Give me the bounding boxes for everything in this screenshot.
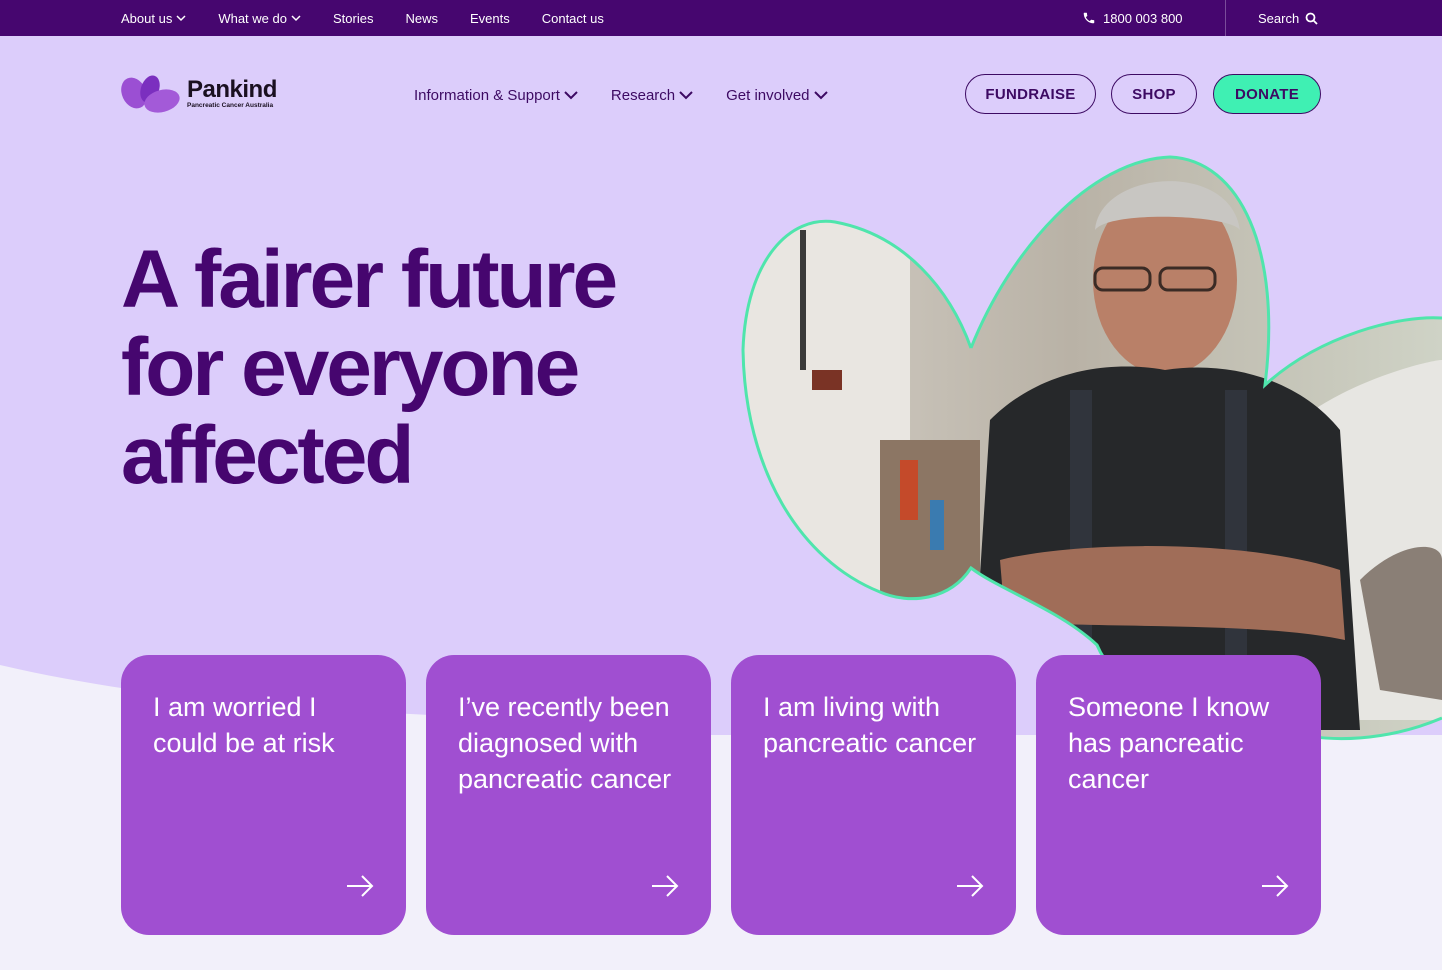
pankind-logo[interactable]: Pankind Pancreatic Cancer Australia — [121, 74, 277, 114]
utility-link-stories[interactable]: Stories — [333, 11, 373, 26]
utility-link-label: What we do — [218, 10, 287, 26]
headline-line: affected — [121, 410, 414, 501]
arrow-right-icon — [957, 875, 984, 897]
butterfly-logo-icon — [121, 75, 180, 113]
phone-number: 1800 003 800 — [1103, 10, 1183, 26]
phone-icon — [1083, 12, 1095, 24]
arrow-right-icon — [652, 875, 679, 897]
main-navigation: Information & Support Research Get invol… — [414, 84, 861, 106]
pathway-card-diagnosed[interactable]: I’ve recently been diagnosed with pancre… — [426, 655, 711, 935]
headline-line: for everyone — [121, 322, 580, 413]
nav-label: Research — [610, 86, 676, 104]
nav-label: Get involved — [726, 86, 810, 104]
utility-link-news[interactable]: News — [405, 11, 438, 26]
search-label: Search — [1258, 10, 1300, 26]
nav-information-support[interactable]: Information & Support — [414, 87, 578, 104]
utility-link-label: About us — [121, 10, 173, 26]
nav-get-involved[interactable]: Get involved — [726, 86, 828, 104]
nav-label: Information & Support — [414, 86, 560, 104]
utility-link-contact-us[interactable]: Contact us — [542, 11, 604, 26]
search-button[interactable]: Search — [1258, 0, 1318, 36]
arrow-right-icon — [1262, 875, 1289, 897]
chevron-down-icon — [813, 90, 828, 99]
utility-links: About us What we do Stories News Events … — [121, 0, 636, 36]
pathway-card-worried[interactable]: I am worried I could be at risk — [121, 655, 406, 935]
card-label: I am living with pancreatic cancer — [763, 692, 977, 758]
chevron-down-icon — [176, 14, 186, 21]
phone-link[interactable]: 1800 003 800 — [1082, 0, 1183, 36]
donate-button[interactable]: DONATE — [1213, 74, 1321, 114]
search-icon — [1305, 12, 1318, 25]
fundraise-button[interactable]: FUNDRAISE — [965, 74, 1096, 114]
nav-research[interactable]: Research — [611, 87, 693, 104]
utility-divider — [1225, 0, 1226, 36]
chevron-down-icon — [291, 14, 301, 21]
shop-button[interactable]: SHOP — [1111, 74, 1197, 114]
card-label: Someone I know has pancreatic cancer — [1068, 692, 1270, 794]
utility-link-about-us[interactable]: About us — [121, 11, 186, 26]
card-label: I am worried I could be at risk — [153, 692, 335, 758]
arrow-right-icon — [347, 875, 374, 897]
chevron-down-icon — [679, 90, 693, 99]
headline-line: A fairer future — [121, 234, 618, 325]
utility-bar: About us What we do Stories News Events … — [0, 0, 1442, 36]
utility-link-what-we-do[interactable]: What we do — [218, 11, 301, 26]
pathway-card-someone-i-know[interactable]: Someone I know has pancreatic cancer — [1036, 655, 1321, 935]
card-label: I’ve recently been diagnosed with pancre… — [458, 692, 672, 794]
hero-headline: A fairer future for everyone affected — [121, 236, 741, 500]
logo-tagline: Pancreatic Cancer Australia — [187, 102, 274, 109]
pathway-card-living-with[interactable]: I am living with pancreatic cancer — [731, 655, 1016, 935]
utility-link-events[interactable]: Events — [470, 11, 510, 26]
logo-name: Pankind — [187, 76, 277, 103]
chevron-down-icon — [564, 90, 578, 99]
